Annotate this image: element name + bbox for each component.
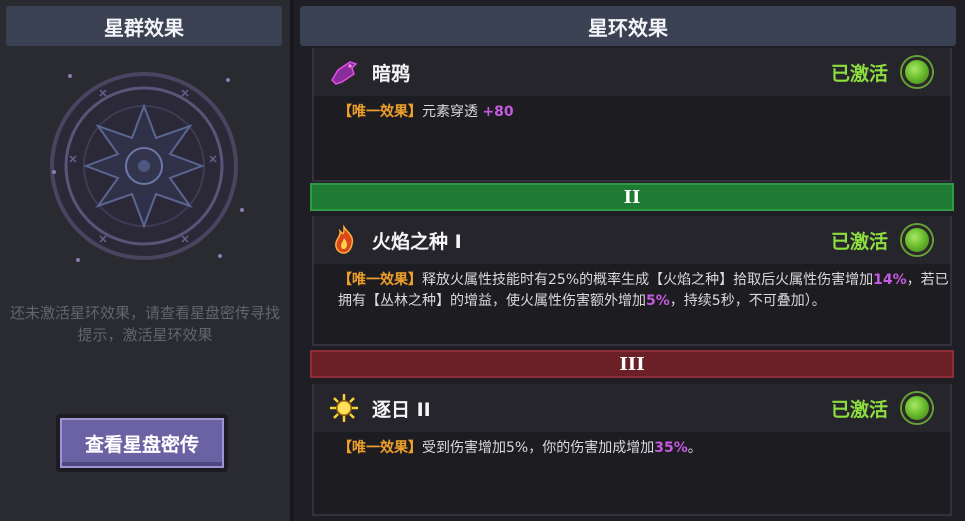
desc-text: 。 — [687, 440, 702, 456]
star-ring-panel-title: 星环效果 — [300, 6, 956, 46]
effect-name: 暗鸦 — [372, 62, 411, 85]
desc-value: 35% — [654, 440, 688, 456]
unique-effect-tag: 【唯一效果】 — [338, 440, 422, 456]
active-indicator-icon — [902, 393, 932, 423]
effect-name: 火焰之种 I — [372, 230, 462, 253]
active-indicator-icon — [902, 57, 932, 87]
tier-bar-ii: II — [310, 183, 954, 211]
tier-label: III — [619, 353, 645, 375]
desc-value: 14% — [873, 272, 907, 288]
effect-card-fire-seed: 火焰之种 I 已激活 【唯一效果】释放火属性技能时有25%的概率生成【火焰之种】… — [312, 216, 952, 346]
effect-description: 【唯一效果】受到伤害增加5%，你的伤害加成增加35%。 — [314, 432, 950, 514]
desc-text: 元素穿透 — [422, 104, 483, 120]
desc-text: 释放火属性技能时有25%的概率生成【火焰之种】拾取后火属性伤害增加 — [422, 272, 874, 288]
view-star-lore-button[interactable]: 查看星盘密传 — [56, 414, 228, 472]
tier-bar-iii: III — [310, 350, 954, 378]
effect-card-raven: 暗鸦 已激活 【唯一效果】元素穿透 +80 — [312, 48, 952, 182]
effect-description: 【唯一效果】元素穿透 +80 — [314, 96, 950, 178]
constellation-panel-title: 星群效果 — [6, 6, 282, 46]
constellation-panel: 星群效果 还未激活星环效果，请查看星盘密传寻找提示，激活星环效果 查看星盘密传 — [0, 0, 290, 521]
no-effect-hint: 还未激活星环效果，请查看星盘密传寻找提示，激活星环效果 — [9, 304, 280, 344]
effect-header: 暗鸦 已激活 — [314, 48, 950, 96]
desc-value: +80 — [482, 104, 514, 120]
tier-label: II — [623, 186, 641, 208]
desc-text: 受到伤害增加5%，你的伤害加成增加 — [422, 440, 655, 456]
effect-header: 火焰之种 I 已激活 — [314, 216, 950, 264]
effect-status: 已激活 — [830, 62, 888, 85]
star-disc-image — [50, 72, 244, 262]
raven-icon — [331, 61, 358, 85]
view-star-lore-label: 查看星盘密传 — [60, 418, 224, 468]
unique-effect-tag: 【唯一效果】 — [338, 104, 422, 120]
effect-status: 已激活 — [830, 398, 888, 421]
desc-text: ，持续5秒，不可叠加）。 — [669, 293, 826, 309]
active-indicator-icon — [902, 225, 932, 255]
effect-card-sun-chaser: 逐日 II 已激活 【唯一效果】受到伤害增加5%，你的伤害加成增加35%。 — [312, 384, 952, 516]
effect-name: 逐日 II — [372, 398, 431, 421]
star-ring-panel: 星环效果 暗鸦 已激活 【唯一效果】元素穿透 +80 II 火焰之种 I 已激活 — [294, 0, 965, 521]
effect-status: 已激活 — [830, 230, 888, 253]
effect-header: 逐日 II 已激活 — [314, 384, 950, 432]
desc-value: 5% — [646, 293, 670, 309]
sun-icon — [330, 394, 358, 422]
effect-description: 【唯一效果】释放火属性技能时有25%的概率生成【火焰之种】拾取后火属性伤害增加1… — [314, 264, 950, 346]
fire-seed-icon — [335, 224, 354, 254]
unique-effect-tag: 【唯一效果】 — [338, 272, 422, 288]
